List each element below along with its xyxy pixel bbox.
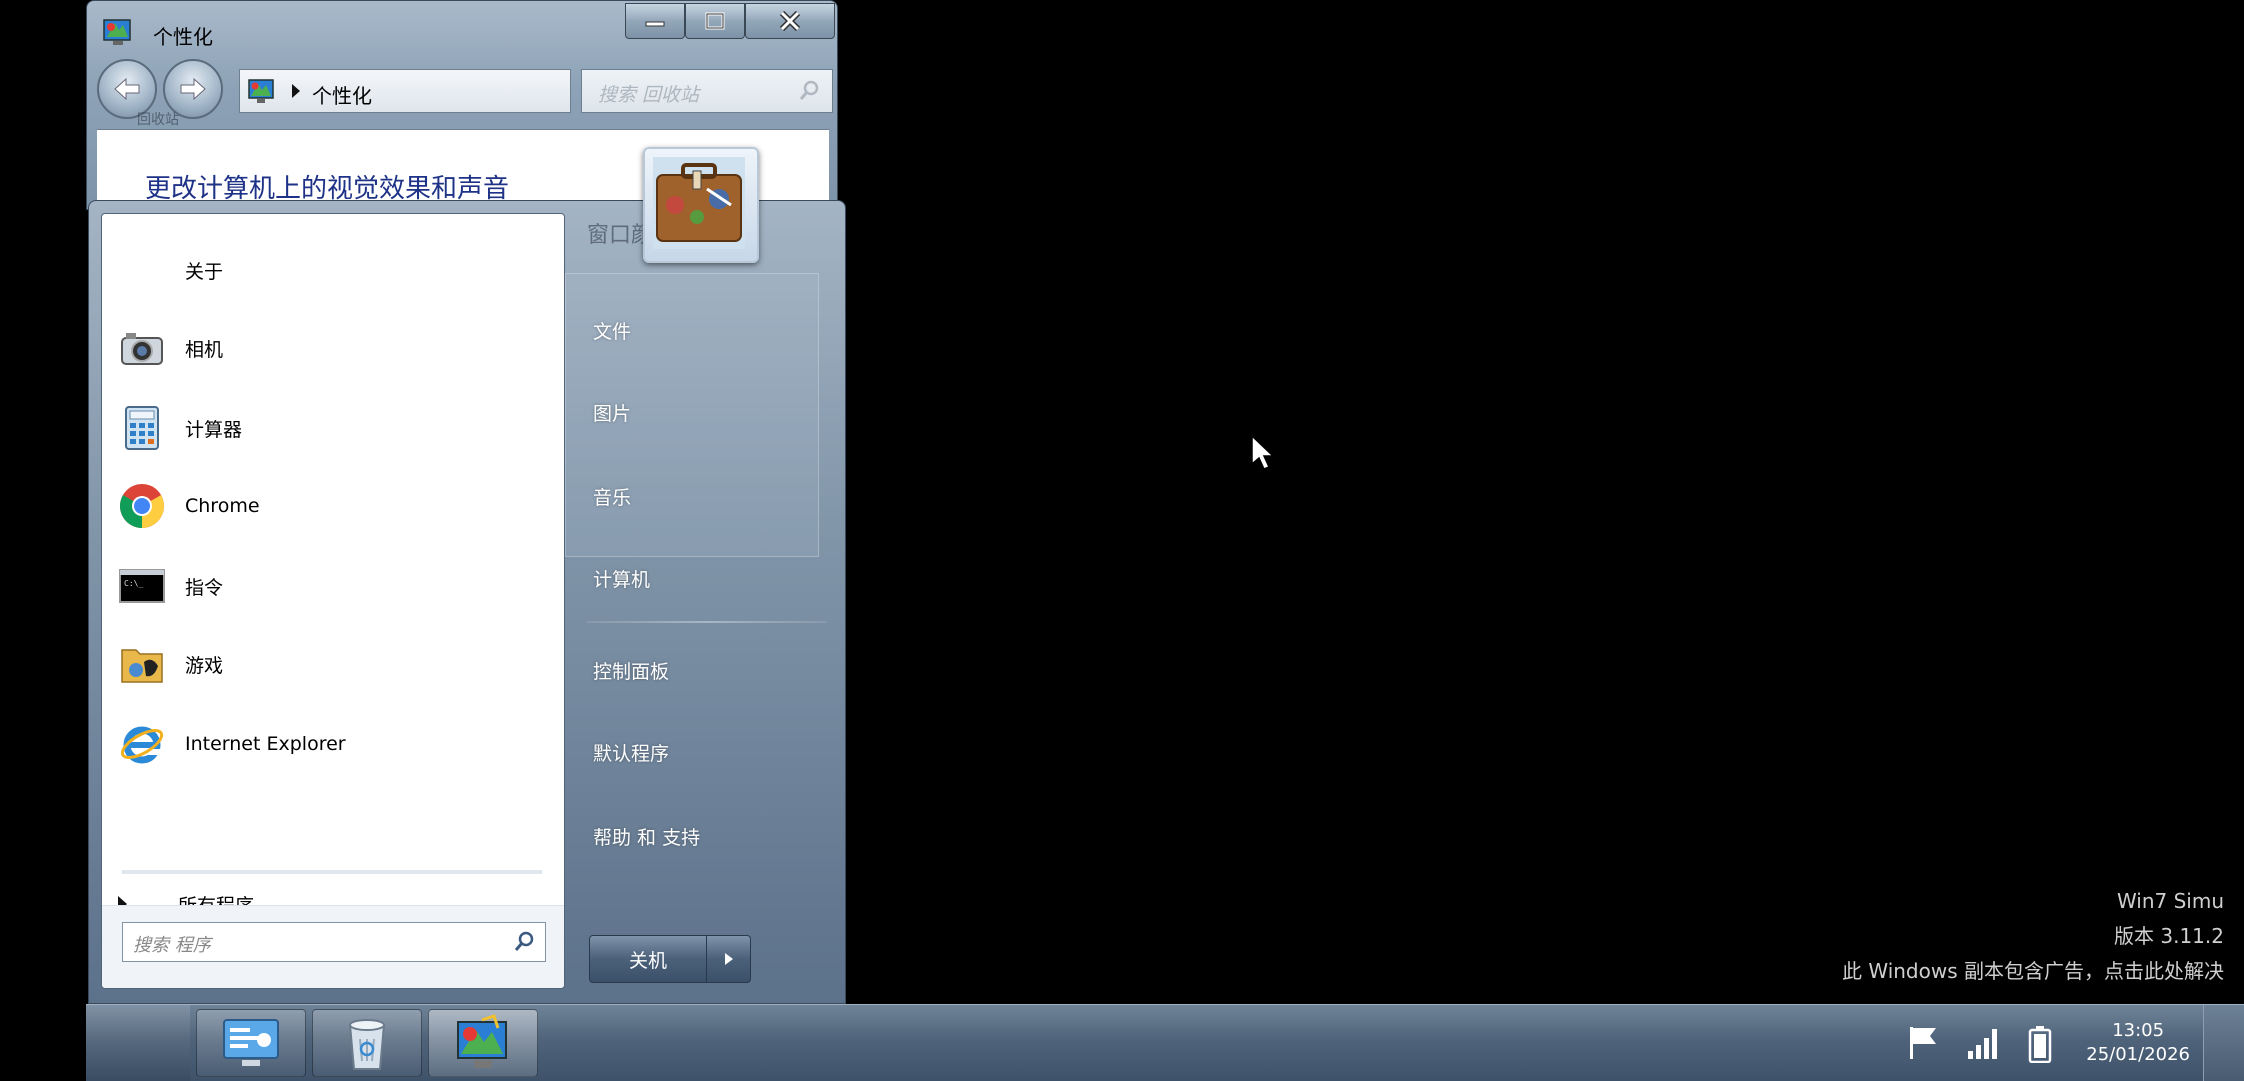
taskbar-button-control-panel[interactable] <box>196 1009 306 1077</box>
clock-date: 25/01/2026 <box>2086 1044 2190 1065</box>
start-link-pictures[interactable]: 图片 <box>593 399 631 426</box>
shutdown-button[interactable]: 关机 <box>589 935 707 983</box>
program-item-camera[interactable]: 相机 <box>102 314 562 382</box>
forward-arrow-icon <box>180 77 206 101</box>
start-link-documents[interactable]: 文件 <box>593 317 631 344</box>
programs-pane: 关于 相机 计算器 Chrome C:\_ 指令 游戏 Internet Exp… <box>101 213 565 989</box>
watermark-line: 版本 3.11.2 <box>2114 924 2224 948</box>
control-panel-icon <box>223 1019 279 1066</box>
search-placeholder: 搜索 回收站 <box>598 84 700 106</box>
program-item-chrome[interactable]: Chrome <box>102 472 562 540</box>
search-icon <box>514 931 534 951</box>
start-link-music[interactable]: 音乐 <box>593 483 631 510</box>
watermark-line: Win7 Simu <box>2116 889 2224 913</box>
start-link-control-panel[interactable]: 控制面板 <box>593 657 669 684</box>
start-link-default-programs[interactable]: 默认程序 <box>593 739 669 766</box>
search-area: 搜索 程序 <box>102 905 564 988</box>
personalization-icon <box>248 79 274 103</box>
program-item-about[interactable]: 关于 <box>102 236 562 304</box>
minimize-button[interactable] <box>625 3 685 39</box>
mouse-cursor-icon <box>1251 434 1275 470</box>
taskbar: 13:05 25/01/2026 <box>86 1004 2244 1081</box>
caption-buttons <box>625 3 835 39</box>
maximize-icon <box>705 12 725 30</box>
breadcrumb-arrow-icon[interactable] <box>292 84 300 98</box>
watermark-line[interactable]: 此 Windows 副本包含广告，点击此处解决 <box>1842 954 2224 989</box>
search-icon <box>799 80 819 100</box>
program-label: Internet Explorer <box>185 733 346 755</box>
camera-icon <box>121 333 163 365</box>
signal-strength-icon[interactable] <box>1966 1025 2002 1061</box>
program-label: 游戏 <box>185 654 224 677</box>
command-prompt-icon: C:\_ <box>119 569 165 603</box>
chevron-right-icon <box>724 953 733 965</box>
start-link-help-support[interactable]: 帮助 和 支持 <box>593 823 700 850</box>
desktop-label-faint: 回收站 <box>137 112 179 128</box>
program-label: 计算器 <box>185 418 243 441</box>
program-item-command[interactable]: C:\_ 指令 <box>102 552 562 620</box>
chrome-icon <box>120 484 164 528</box>
taskbar-button-personalization[interactable] <box>428 1009 538 1077</box>
start-link-computer[interactable]: 计算机 <box>593 565 650 592</box>
minimize-icon <box>645 21 665 27</box>
program-label: 关于 <box>185 260 224 283</box>
program-item-calculator[interactable]: 计算器 <box>102 394 562 462</box>
program-item-games[interactable]: 游戏 <box>102 630 562 698</box>
program-item-internet-explorer[interactable]: Internet Explorer <box>102 710 562 778</box>
games-folder-icon <box>121 649 163 683</box>
activation-watermark: Win7 Simu 版本 3.11.2 此 Windows 副本包含广告，点击此… <box>1842 884 2224 989</box>
user-picture[interactable] <box>643 147 759 263</box>
maximize-button[interactable] <box>685 3 745 39</box>
battery-icon[interactable] <box>2028 1025 2052 1063</box>
internet-explorer-icon <box>120 726 164 764</box>
calculator-icon <box>125 406 159 450</box>
program-label: 指令 <box>185 576 224 599</box>
personalization-icon <box>457 1014 507 1068</box>
recycle-bin-icon <box>348 1019 386 1070</box>
window-title: 个性化 <box>153 25 213 49</box>
back-arrow-icon <box>114 77 140 101</box>
system-clock[interactable]: 13:05 25/01/2026 <box>2086 1019 2190 1067</box>
program-label: Chrome <box>185 495 260 517</box>
divider <box>587 621 827 623</box>
clock-time: 13:05 <box>2112 1020 2165 1041</box>
search-placeholder: 搜索 程序 <box>133 935 211 956</box>
breadcrumb[interactable]: 个性化 <box>312 80 372 109</box>
show-desktop-button[interactable] <box>2203 1005 2244 1081</box>
briefcase-icon <box>653 157 745 249</box>
start-menu: 窗口颜 关于 相机 计算器 Chrome C:\_ 指令 游戏 Internet… <box>88 200 846 1004</box>
shutdown-options-button[interactable] <box>707 935 751 983</box>
flag-icon[interactable] <box>1906 1025 1940 1061</box>
svg-text:C:\_: C:\_ <box>124 579 143 588</box>
program-label: 相机 <box>185 338 224 361</box>
address-bar[interactable]: 个性化 <box>239 69 571 113</box>
start-button[interactable] <box>86 1005 190 1081</box>
personalization-icon <box>103 19 131 45</box>
program-search-input[interactable]: 搜索 程序 <box>122 922 546 962</box>
close-icon <box>779 11 801 31</box>
left-black-margin <box>0 0 86 1080</box>
taskbar-button-recycle-bin[interactable] <box>312 1009 422 1077</box>
divider <box>122 870 542 874</box>
window-search-input[interactable]: 搜索 回收站 <box>581 69 833 113</box>
close-button[interactable] <box>745 3 835 39</box>
